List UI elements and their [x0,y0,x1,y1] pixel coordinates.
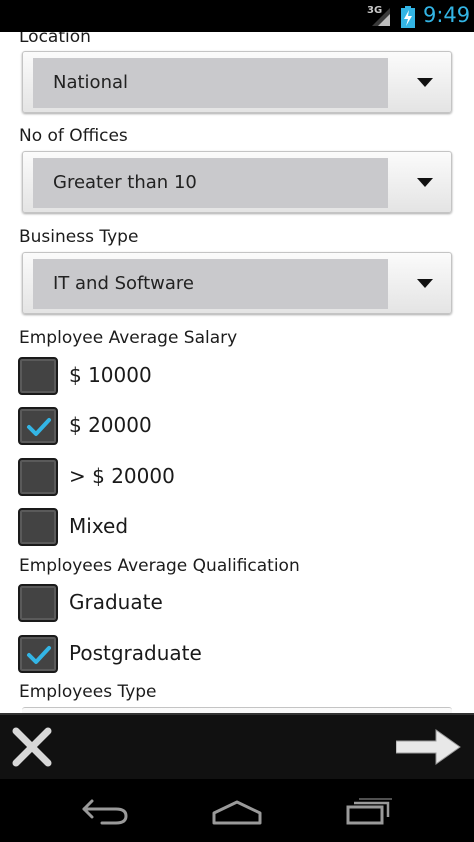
business-type-spinner[interactable]: IT and Software [22,252,452,314]
checkbox-box[interactable] [18,584,58,622]
checkbox-box[interactable] [18,508,58,546]
checkbox-label: Mixed [69,514,129,538]
close-icon[interactable] [10,725,54,769]
checkbox-label: $ 10000 [69,363,152,387]
dropdown-arrow-icon [417,178,433,187]
offices-spinner[interactable]: Greater than 10 [22,151,452,213]
salary-label: Employee Average Salary [19,328,238,348]
location-value: National [33,58,388,108]
recent-apps-icon[interactable] [345,797,393,825]
qualification-label: Employees Average Qualification [19,556,300,576]
checkbox-label: $ 20000 [69,413,152,437]
signal-icon [372,8,390,26]
arrow-right-icon[interactable] [396,729,462,765]
location-spinner[interactable]: National [22,51,452,113]
checkbox-salary-10000[interactable]: $ 10000 [18,356,458,396]
business-type-value: IT and Software [33,259,388,309]
dropdown-arrow-icon [417,279,433,288]
checkmark-icon [27,418,51,436]
checkbox-label: > $ 20000 [69,464,175,488]
back-icon[interactable] [80,797,130,825]
checkbox-salary-above-20000[interactable]: > $ 20000 [18,457,458,497]
checkbox-box[interactable] [18,407,58,445]
location-label: Location [19,32,91,47]
checkbox-label: Graduate [69,590,163,614]
checkbox-box[interactable] [18,458,58,496]
offices-label: No of Offices [19,126,128,146]
form-scroll-area[interactable]: Location National No of Offices Greater … [0,32,474,713]
checkbox-qualification-graduate[interactable]: Graduate [18,583,458,623]
navigation-bar [0,779,474,842]
checkmark-icon [27,646,51,664]
offices-value: Greater than 10 [33,158,388,208]
checkbox-qualification-postgraduate[interactable]: Postgraduate [18,634,458,674]
checkbox-box[interactable] [18,357,58,395]
checkbox-salary-mixed[interactable]: Mixed [18,507,458,547]
status-bar: 3G 9:49 [0,0,474,32]
battery-charging-icon [401,6,415,28]
checkbox-salary-20000[interactable]: $ 20000 [18,406,458,446]
clock: 9:49 [423,3,471,27]
home-icon[interactable] [211,799,263,825]
employees-type-label: Employees Type [19,682,157,702]
business-type-label: Business Type [19,227,139,247]
dropdown-arrow-icon [417,78,433,87]
checkbox-label: Postgraduate [69,641,202,665]
action-bar [0,713,474,779]
checkbox-box[interactable] [18,635,58,673]
